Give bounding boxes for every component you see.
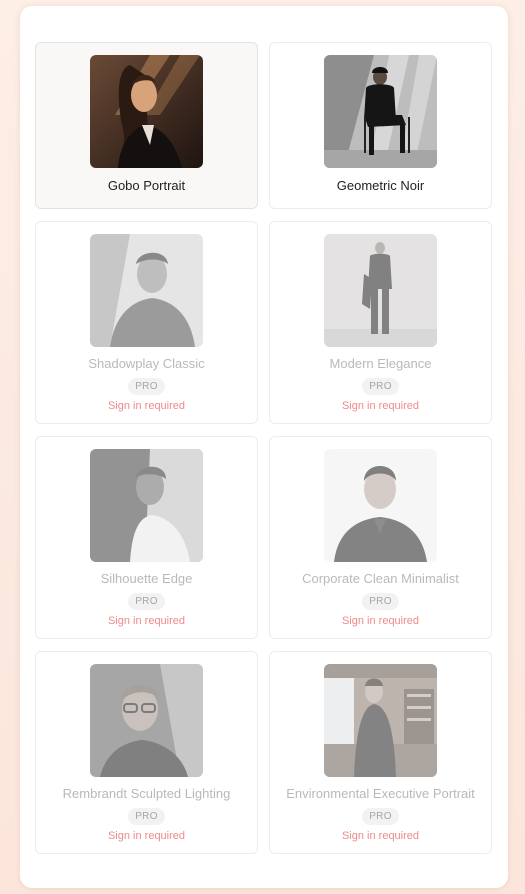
- pro-badge: PRO: [362, 593, 399, 610]
- portrait-man-chair-thumbnail: [324, 55, 437, 168]
- style-name: Rembrandt Sculpted Lighting: [62, 786, 231, 801]
- style-card-geometric-noir[interactable]: Geometric Noir: [269, 42, 492, 209]
- portrait-man-office-thumbnail: [324, 664, 437, 777]
- pro-badge: PRO: [362, 378, 399, 395]
- portrait-man-suit-thumbnail: [324, 449, 437, 562]
- style-card-silhouette-edge[interactable]: Silhouette Edge PRO Sign in required: [35, 436, 258, 639]
- style-card-corporate-clean-minimalist[interactable]: Corporate Clean Minimalist PRO Sign in r…: [269, 436, 492, 639]
- portrait-woman-shadow-thumbnail: [90, 55, 203, 168]
- style-card-shadowplay-classic[interactable]: Shadowplay Classic PRO Sign in required: [35, 221, 258, 424]
- style-name: Shadowplay Classic: [88, 356, 205, 371]
- style-panel: Gobo Portrait Geometric Noir Shadowplay …: [20, 6, 508, 888]
- style-name: Modern Elegance: [329, 356, 432, 371]
- style-name: Corporate Clean Minimalist: [302, 571, 459, 586]
- pro-badge: PRO: [362, 808, 399, 825]
- style-name: Gobo Portrait: [107, 178, 186, 193]
- sign-in-required-link[interactable]: Sign in required: [108, 400, 185, 412]
- sign-in-required-link[interactable]: Sign in required: [342, 615, 419, 627]
- style-card-modern-elegance[interactable]: Modern Elegance PRO Sign in required: [269, 221, 492, 424]
- portrait-man-glasses-thumbnail: [90, 664, 203, 777]
- style-name: Geometric Noir: [336, 178, 425, 193]
- style-card-gobo-portrait[interactable]: Gobo Portrait: [35, 42, 258, 209]
- pro-badge: PRO: [128, 808, 165, 825]
- pro-badge: PRO: [128, 593, 165, 610]
- pro-badge: PRO: [128, 378, 165, 395]
- sign-in-required-link[interactable]: Sign in required: [342, 830, 419, 842]
- sign-in-required-link[interactable]: Sign in required: [342, 400, 419, 412]
- style-name: Environmental Executive Portrait: [286, 786, 475, 801]
- style-card-rembrandt-sculpted-lighting[interactable]: Rembrandt Sculpted Lighting PRO Sign in …: [35, 651, 258, 854]
- portrait-man-standing-thumbnail: [324, 234, 437, 347]
- sign-in-required-link[interactable]: Sign in required: [108, 830, 185, 842]
- style-grid: Gobo Portrait Geometric Noir Shadowplay …: [35, 42, 492, 854]
- portrait-man-sweater-thumbnail: [90, 234, 203, 347]
- style-name: Silhouette Edge: [100, 571, 193, 586]
- portrait-man-profile-thumbnail: [90, 449, 203, 562]
- sign-in-required-link[interactable]: Sign in required: [108, 615, 185, 627]
- style-card-environmental-executive-portrait[interactable]: Environmental Executive Portrait PRO Sig…: [269, 651, 492, 854]
